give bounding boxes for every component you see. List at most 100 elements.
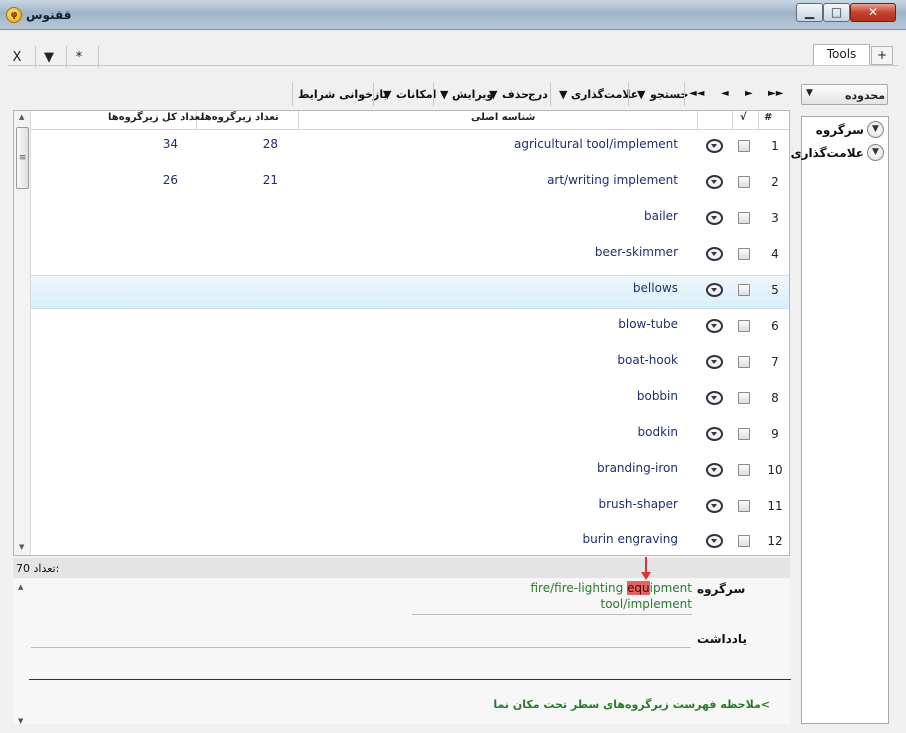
expand-row-icon[interactable] xyxy=(706,283,723,297)
column-header-main-id[interactable]: شناسه اصلی xyxy=(471,112,535,129)
row-main-id[interactable]: blow-tube xyxy=(298,317,678,331)
detail-divider xyxy=(29,679,791,680)
options-menu[interactable]: امکانات xyxy=(396,88,436,101)
window-title: ققنوس xyxy=(26,8,72,22)
row-main-id[interactable]: branding-iron xyxy=(298,461,678,475)
parent-group-value[interactable]: fire/fire-lighting equipment tool/implem… xyxy=(420,580,692,612)
row-checkbox[interactable] xyxy=(738,392,750,404)
scrollbar-thumb[interactable]: ≡ xyxy=(16,127,29,189)
detail-scroll-up-arrow[interactable]: ▲ xyxy=(18,583,23,591)
tab-dropdown-button[interactable]: ▼ xyxy=(40,50,58,65)
toolbar-divider xyxy=(550,82,551,106)
edit-menu[interactable]: ویرایش xyxy=(452,88,493,101)
row-main-id[interactable]: art/writing implement xyxy=(298,173,678,187)
parent-value-part1: fire/fire-lighting xyxy=(530,581,628,595)
phoenix-app-icon: φ xyxy=(6,7,22,23)
insert-button[interactable]: درج xyxy=(528,88,548,101)
tab-add[interactable]: + xyxy=(871,46,893,65)
expand-row-icon[interactable] xyxy=(706,391,723,405)
row-checkbox[interactable] xyxy=(738,356,750,368)
toolbar-divider xyxy=(628,82,629,106)
toolbar-divider xyxy=(684,82,685,106)
row-subgroup-count: 28 xyxy=(262,137,278,151)
row-main-id[interactable]: beer-skimmer xyxy=(298,245,678,259)
panel-item-parent-group[interactable]: سرگروه xyxy=(812,123,864,137)
row-checkbox[interactable] xyxy=(738,320,750,332)
row-checkbox[interactable] xyxy=(738,535,750,547)
next-record-button[interactable]: ► xyxy=(745,88,753,99)
record-count: 70 تعداد: xyxy=(16,562,59,575)
search-menu[interactable]: جستجو xyxy=(650,88,688,101)
column-separator xyxy=(298,111,299,129)
view-subgroups-link[interactable]: >ملاحظه فهرست زیرگروه‌های سطر تحت مکان ن… xyxy=(480,698,770,711)
search-dropdown-arrow[interactable]: ▼ xyxy=(637,88,645,101)
expand-row-icon[interactable] xyxy=(706,247,723,261)
row-number: 7 xyxy=(771,355,779,369)
expand-row-icon[interactable] xyxy=(706,211,723,225)
row-main-id[interactable]: burin engraving xyxy=(298,532,678,546)
chevron-down-icon[interactable]: ▼ xyxy=(867,121,884,138)
prev-record-button[interactable]: ◄ xyxy=(721,88,729,99)
row-checkbox[interactable] xyxy=(738,212,750,224)
chevron-down-icon[interactable]: ▼ xyxy=(867,144,884,161)
row-number: 3 xyxy=(771,211,779,225)
options-dropdown-arrow[interactable]: ▼ xyxy=(383,88,391,101)
expand-row-icon[interactable] xyxy=(706,355,723,369)
row-main-id[interactable]: brush-shaper xyxy=(298,497,679,511)
row-main-id[interactable]: bellows xyxy=(298,281,678,295)
close-window-button[interactable]: ✕ xyxy=(850,3,896,22)
delete-dropdown-arrow[interactable]: ▼ xyxy=(489,88,497,101)
row-main-id[interactable]: bodkin xyxy=(298,425,678,439)
scroll-up-arrow[interactable]: ▲ xyxy=(19,113,24,121)
column-header-total-subgroups[interactable]: تعداد کل زیرگروه‌ها xyxy=(108,112,204,129)
column-separator xyxy=(697,111,698,129)
reload-conditions-button[interactable]: بازخوانی شرایط xyxy=(298,88,388,101)
row-checkbox[interactable] xyxy=(738,428,750,440)
star-button[interactable]: * xyxy=(70,50,88,65)
tab-tools[interactable]: Tools xyxy=(813,44,870,65)
edit-dropdown-arrow[interactable]: ▼ xyxy=(440,88,448,101)
row-checkbox[interactable] xyxy=(738,248,750,260)
expand-row-icon[interactable] xyxy=(706,175,723,189)
row-main-id[interactable]: boat-hook xyxy=(298,353,678,367)
detail-scroll-down-arrow[interactable]: ▼ xyxy=(18,717,23,725)
row-number: 8 xyxy=(771,391,779,405)
toolbar-divider xyxy=(292,82,293,106)
row-checkbox[interactable] xyxy=(738,500,750,512)
first-record-button[interactable]: ◄◄ xyxy=(689,88,704,99)
note-label: یادداشت xyxy=(697,632,747,646)
row-number: 5 xyxy=(771,283,779,297)
row-checkbox[interactable] xyxy=(738,140,750,152)
expand-row-icon[interactable] xyxy=(706,427,723,441)
column-header-check[interactable]: √ xyxy=(740,112,747,129)
row-checkbox[interactable] xyxy=(738,284,750,296)
row-checkbox[interactable] xyxy=(738,464,750,476)
note-field[interactable] xyxy=(31,647,691,648)
record-count-label: تعداد: xyxy=(33,562,60,575)
delete-button[interactable]: حذف xyxy=(502,88,529,101)
search-highlight: equ xyxy=(627,581,650,595)
column-header-subgroups[interactable]: تعداد زیرگروه‌ها xyxy=(201,112,279,129)
expand-row-icon[interactable] xyxy=(706,139,723,153)
panel-item-bookmark[interactable]: علامت‌گذاری xyxy=(791,146,864,160)
row-main-id[interactable]: bailer xyxy=(298,209,678,223)
minimize-button[interactable]: ▁ xyxy=(796,3,823,22)
last-record-button[interactable]: ►► xyxy=(768,88,783,99)
expand-row-icon[interactable] xyxy=(706,319,723,333)
bookmark-dropdown-arrow[interactable]: ▼ xyxy=(559,88,567,101)
row-total-subgroup-count: 26 xyxy=(162,173,178,187)
expand-row-icon[interactable] xyxy=(706,463,723,477)
expand-row-icon[interactable] xyxy=(706,499,723,513)
scroll-down-arrow[interactable]: ▼ xyxy=(19,543,24,551)
parent-group-label: سرگروه xyxy=(697,582,746,596)
row-main-id[interactable]: bobbin xyxy=(298,389,678,403)
column-header-num[interactable]: # xyxy=(764,112,772,129)
row-main-id[interactable]: agricultural tool/implement xyxy=(298,137,678,151)
row-checkbox[interactable] xyxy=(738,176,750,188)
row-number: 11 xyxy=(767,499,783,513)
close-tab-button[interactable]: X xyxy=(8,50,26,65)
tab-strip-line xyxy=(8,65,898,66)
expand-row-icon[interactable] xyxy=(706,534,723,548)
status-bar xyxy=(13,558,790,578)
maximize-button[interactable]: □ xyxy=(823,3,850,22)
